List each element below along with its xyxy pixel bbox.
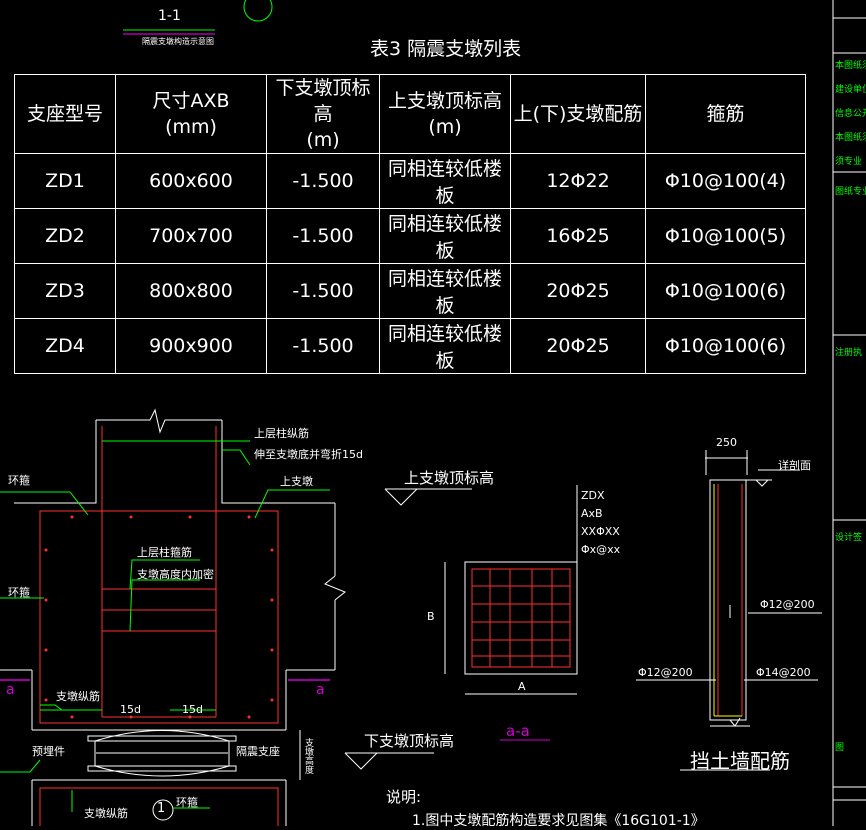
col-header-size: 尺寸AXB (mm) [115, 74, 267, 154]
sidebar-item: 须专业 [835, 157, 863, 167]
sidebar-item: 注册执 [835, 348, 863, 358]
label-hoop-1: 环箍 [8, 474, 30, 487]
cell-type: ZD4 [14, 318, 116, 374]
label-stirrup-note: 支墩高度内加密 [137, 568, 214, 581]
sidebar-item: 图纸专业 [835, 187, 866, 197]
table-row: ZD4 900x900 -1.500 同相连较低楼板 20Φ25 Φ10@100… [14, 318, 806, 374]
label-upper-pier: 上支墩 [280, 475, 313, 488]
sidebar-item: 本图纸须 [835, 133, 866, 143]
legend-line: XXΦXX [581, 525, 620, 538]
notes-line-1: 1.图中支墩配筋构造要求见图集《16G101-1》 [412, 813, 705, 829]
cell-stirrup: Φ10@100(6) [645, 263, 806, 319]
section-number: 1-1 [158, 8, 181, 24]
section-caption: 隔震支墩构造示意图 [142, 37, 214, 46]
cell-rebar: 12Φ22 [510, 153, 646, 209]
label-embed: 预埋件 [32, 745, 65, 758]
cell-size: 900x900 [115, 318, 267, 374]
label-lower-pier-top: 下支墩顶标高 [364, 732, 455, 750]
section-aa-caption: a-a [506, 722, 530, 740]
cell-lower-elev: -1.500 [266, 153, 380, 209]
detail-circle-number: 1 [157, 801, 166, 816]
cell-type: ZD2 [14, 208, 116, 264]
label-bearing: 隔震支座 [236, 745, 280, 758]
cell-upper-elev: 同相连较低楼板 [379, 208, 511, 264]
cell-stirrup: Φ10@100(5) [645, 208, 806, 264]
label-upper-pier-top: 上支墩顶标高 [404, 469, 495, 487]
label-pier-height: 支墩高度 [303, 738, 313, 774]
label-lower-hoop: 环箍 [176, 796, 198, 809]
wall-rebar-2: Φ12@200 [638, 666, 693, 679]
section-aa-outline [464, 561, 578, 675]
table-title: 表3 隔震支墩列表 [370, 38, 522, 60]
cell-lower-elev: -1.500 [266, 318, 380, 374]
label-upper-col-rebar-note: 伸至支墩底并弯折15d [254, 448, 363, 461]
table-row: ZD2 700x700 -1.500 同相连较低楼板 16Φ25 Φ10@100… [14, 208, 806, 264]
label-lower-longit: 支墩纵筋 [84, 807, 128, 820]
legend-line: ZDX [581, 489, 605, 502]
wall-rebar-3: Φ14@200 [756, 666, 811, 679]
wall-dim: 250 [716, 436, 737, 449]
sidebar-item: 设计签 [835, 533, 863, 543]
label-upper-col-stirrup: 上层柱箍筋 [137, 546, 192, 559]
cell-upper-elev: 同相连较低楼板 [379, 318, 511, 374]
col-header-stirrup: 箍筋 [645, 74, 806, 154]
pier-table: 支座型号 尺寸AXB (mm) 下支墩顶标高 (m) 上支墩顶标高 (m) 上(… [14, 74, 806, 374]
label-hoop-2: 环箍 [8, 586, 30, 599]
label-15d-1: 15d [120, 703, 141, 716]
legend-line: AxB [581, 507, 603, 520]
dim-a-label: A [518, 680, 526, 693]
cell-size: 800x800 [115, 263, 267, 319]
section-aa-legend: ZDX AxB XXΦXX Φx@xx [581, 487, 620, 559]
cell-stirrup: Φ10@100(6) [645, 318, 806, 374]
col-header-type: 支座型号 [14, 74, 116, 154]
lower-elev-mark [344, 752, 379, 770]
upper-elev-mark [384, 488, 419, 506]
wall-caption: 挡土墙配筋 [690, 749, 790, 773]
cell-rebar: 16Φ25 [510, 208, 646, 264]
cell-rebar: 20Φ25 [510, 263, 646, 319]
cell-upper-elev: 同相连较低楼板 [379, 153, 511, 209]
cell-size: 600x600 [115, 153, 267, 209]
label-pier-longit: 支墩纵筋 [56, 690, 100, 703]
cell-size: 700x700 [115, 208, 267, 264]
col-header-lower-elev: 下支墩顶标高 (m) [266, 74, 380, 154]
wall-outline [709, 479, 747, 721]
table-header-row: 支座型号 尺寸AXB (mm) 下支墩顶标高 (m) 上支墩顶标高 (m) 上(… [14, 74, 806, 154]
legend-line: Φx@xx [581, 543, 621, 556]
wall-ground: 详剖面 [778, 459, 811, 472]
cell-rebar: 20Φ25 [510, 318, 646, 374]
section-aa-cage [471, 568, 571, 668]
label-15d-2: 15d [182, 703, 203, 716]
col-header-rebar: 上(下)支墩配筋 [510, 74, 646, 154]
cut-mark-right: a [316, 682, 325, 698]
sidebar-item: 本图纸须 [835, 61, 866, 71]
cell-upper-elev: 同相连较低楼板 [379, 263, 511, 319]
cell-type: ZD3 [14, 263, 116, 319]
table-row: ZD3 800x800 -1.500 同相连较低楼板 20Φ25 Φ10@100… [14, 263, 806, 319]
table-row: ZD1 600x600 -1.500 同相连较低楼板 12Φ22 Φ10@100… [14, 153, 806, 209]
cell-lower-elev: -1.500 [266, 263, 380, 319]
cell-stirrup: Φ10@100(4) [645, 153, 806, 209]
cell-lower-elev: -1.500 [266, 208, 380, 264]
top-circle-mark [243, 0, 273, 22]
dim-b-label: B [427, 610, 435, 623]
sidebar-item: 图 [835, 743, 845, 753]
col-header-upper-elev: 上支墩顶标高 (m) [379, 74, 511, 154]
label-upper-col-rebar: 上层柱纵筋 [254, 427, 309, 440]
sidebar-item: 建设单位 [835, 85, 866, 95]
notes-heading: 说明: [386, 788, 422, 806]
sidebar-item: 信息公开 [835, 109, 866, 119]
break-line-top [96, 408, 222, 434]
cell-type: ZD1 [14, 153, 116, 209]
wall-rebar-1: Φ12@200 [760, 598, 815, 611]
cut-mark-left: a [6, 682, 15, 698]
